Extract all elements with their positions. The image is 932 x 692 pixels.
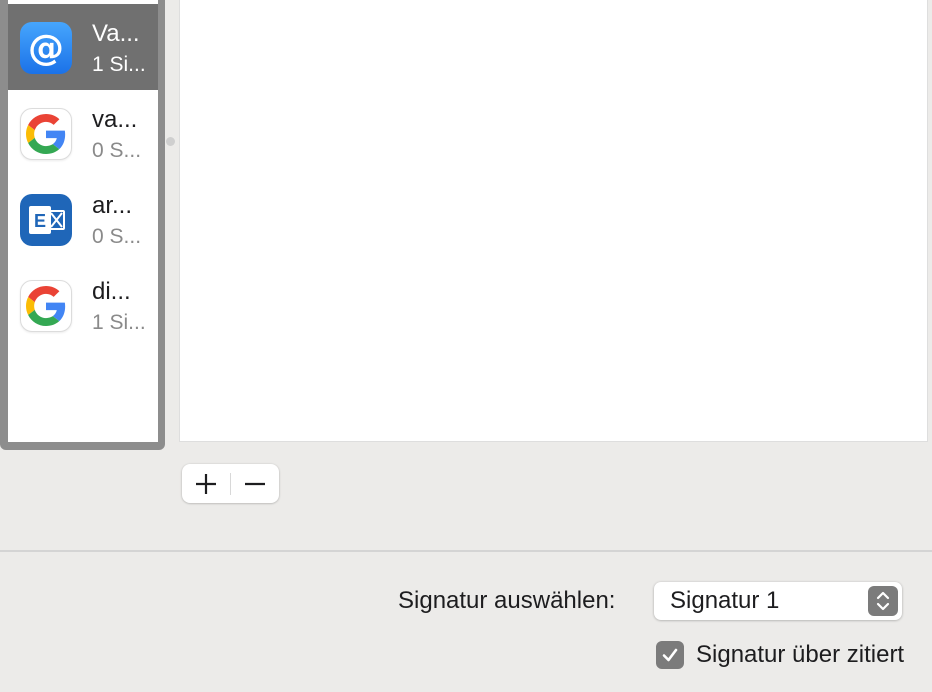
split-view-handle[interactable] — [166, 137, 175, 146]
account-signature-count: 0 S... — [92, 225, 142, 248]
signature-select-value: Signatur 1 — [670, 587, 780, 614]
google-icon — [20, 108, 72, 160]
quote-signature-checkbox[interactable] — [656, 641, 684, 669]
minus-icon — [245, 482, 265, 485]
add-remove-control — [182, 464, 279, 503]
signature-select-label: Signatur auswählen: — [398, 587, 616, 614]
signature-select[interactable]: Signatur 1 — [654, 582, 902, 620]
account-signature-count: 1 Si... — [92, 53, 146, 76]
plus-icon — [196, 473, 216, 494]
account-name: di... — [92, 278, 131, 305]
accounts-panel: @ Va... 1 Si... va... 0 S... E ar... 0 S… — [0, 0, 165, 450]
signature-editor[interactable] — [179, 0, 928, 442]
svg-text:@: @ — [28, 28, 64, 69]
section-divider — [0, 550, 932, 552]
account-row-va[interactable]: va... 0 S... — [8, 90, 158, 176]
account-signature-count: 0 S... — [92, 139, 142, 162]
accounts-list: @ Va... 1 Si... va... 0 S... E ar... 0 S… — [8, 0, 158, 442]
svg-text:E: E — [34, 211, 46, 231]
add-signature-button[interactable] — [182, 464, 230, 503]
account-name: ar... — [92, 192, 133, 219]
up-down-chevron-icon — [868, 586, 898, 616]
remove-signature-button[interactable] — [231, 464, 279, 503]
account-row-ar[interactable]: E ar... 0 S... — [8, 176, 158, 262]
account-signature-count: 1 Si... — [92, 311, 146, 334]
checkmark-icon — [662, 648, 678, 662]
account-name: Va... — [92, 20, 140, 47]
account-row-di[interactable]: di... 1 Si... — [8, 262, 158, 348]
account-row-va-selected[interactable]: @ Va... 1 Si... — [8, 4, 158, 90]
at-sign-icon: @ — [20, 22, 72, 74]
account-name: va... — [92, 106, 138, 133]
exchange-icon: E — [20, 194, 72, 246]
quote-signature-label: Signatur über zitiert — [696, 641, 905, 668]
google-icon — [20, 280, 72, 332]
